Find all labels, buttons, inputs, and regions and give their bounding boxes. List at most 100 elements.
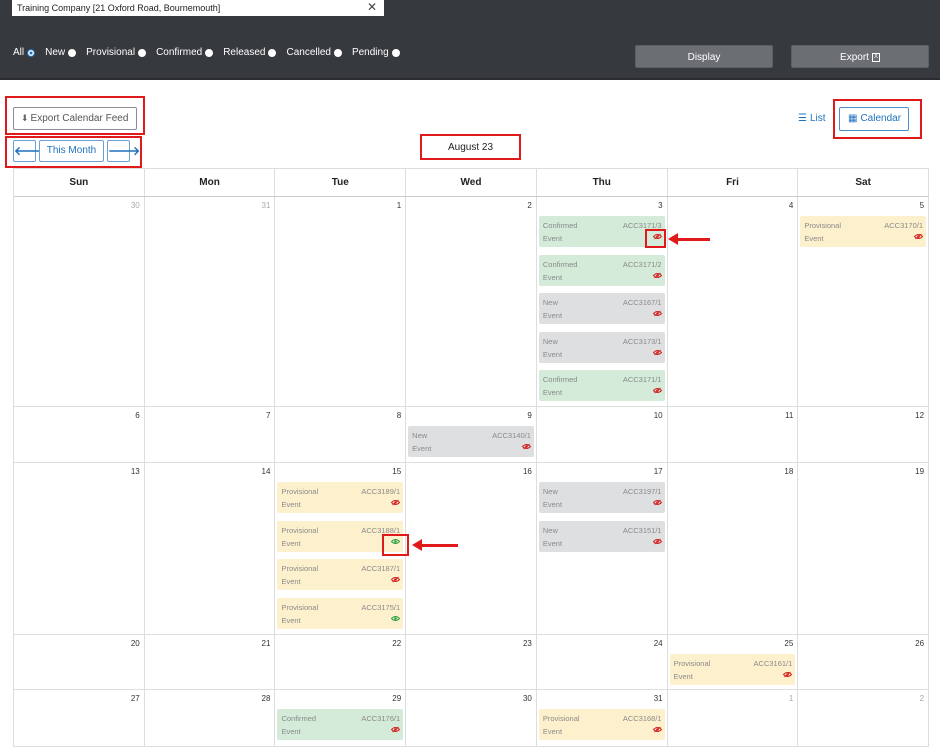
display-button-label: Display xyxy=(687,52,721,63)
day-cell[interactable]: 17 New ACC3197/1 Event New ACC3151/1 Event xyxy=(537,463,668,634)
filter-cancelled[interactable]: Cancelled xyxy=(286,47,342,58)
calendar-view-button[interactable]: ▦ Calendar xyxy=(839,107,909,131)
calendar-event[interactable]: New ACC3151/1 Event xyxy=(538,520,665,552)
day-cell[interactable]: 12 xyxy=(798,407,930,462)
day-cell[interactable]: 14 xyxy=(145,463,276,634)
event-type: Event xyxy=(281,577,301,586)
eye-slash-icon[interactable] xyxy=(652,538,662,547)
day-cell[interactable]: 4 xyxy=(668,197,799,406)
previous-month-button[interactable]: 🡐 xyxy=(13,140,46,162)
filter-released[interactable]: Released xyxy=(223,47,277,58)
day-cell[interactable]: 21 xyxy=(145,635,276,689)
export-calendar-feed-button[interactable]: ⬇ Export Calendar Feed xyxy=(13,107,137,130)
day-cell[interactable]: 8 xyxy=(275,407,407,462)
filter-radio[interactable] xyxy=(333,48,342,57)
filter-label: Cancelled xyxy=(286,47,331,58)
next-month-button[interactable]: 🡒 xyxy=(107,140,140,162)
day-cell[interactable]: 27 xyxy=(14,690,145,746)
day-cell[interactable]: 13 xyxy=(14,463,145,634)
filter-radio[interactable] xyxy=(138,48,147,57)
day-cell[interactable]: 20 xyxy=(14,635,145,689)
calendar-event[interactable]: Confirmed ACC3171/1 Event xyxy=(538,370,665,401)
day-cell[interactable]: 9 New ACC3140/1 Event xyxy=(406,407,537,462)
close-icon[interactable]: ✕ xyxy=(367,1,377,13)
eye-slash-icon[interactable] xyxy=(652,272,662,281)
eye-slash-icon[interactable] xyxy=(652,387,662,396)
event-type: Event xyxy=(542,538,563,548)
calendar-event[interactable]: Confirmed ACC3171/2 Event xyxy=(538,254,665,286)
calendar-event[interactable]: Provisional ACC3175/1 Event xyxy=(277,597,404,629)
calendar-event[interactable]: New ACC3167/1 Event xyxy=(538,293,665,324)
day-cell[interactable]: 28 xyxy=(145,690,276,746)
filter-confirmed[interactable]: Confirmed xyxy=(156,47,214,58)
day-cell[interactable]: 6 xyxy=(14,407,145,462)
eye-slash-icon[interactable] xyxy=(652,499,662,508)
day-cell[interactable]: 1 xyxy=(275,197,407,406)
day-number: 1 xyxy=(788,694,794,703)
eye-slash-icon[interactable] xyxy=(652,349,662,358)
calendar-event[interactable]: Provisional ACC3170/1 Event xyxy=(800,216,927,247)
filter-radio[interactable] xyxy=(205,48,214,57)
day-cell[interactable]: 18 xyxy=(668,463,799,634)
day-cell[interactable]: 7 xyxy=(145,407,276,462)
day-number: 13 xyxy=(130,467,140,476)
weekday-fri: Fri xyxy=(668,169,799,196)
day-cell[interactable]: 26 xyxy=(798,635,930,689)
day-cell[interactable]: 19 xyxy=(798,463,930,634)
display-button[interactable]: Display xyxy=(635,45,773,68)
eye-slash-icon[interactable] xyxy=(652,726,662,735)
day-cell[interactable]: 2 xyxy=(406,197,537,406)
day-cell[interactable]: 31 xyxy=(145,197,276,406)
filter-provisional[interactable]: Provisional xyxy=(86,47,147,58)
filter-radio[interactable] xyxy=(27,48,36,57)
day-cell[interactable]: 11 xyxy=(668,407,799,462)
eye-slash-icon[interactable] xyxy=(521,443,532,452)
list-view-link[interactable]: ☰ List xyxy=(798,113,826,124)
filter-pending[interactable]: Pending xyxy=(352,47,400,58)
day-cell[interactable]: 23 xyxy=(406,635,537,689)
calendar-event[interactable]: New ACC3173/1 Event xyxy=(538,331,665,363)
filter-new[interactable]: New xyxy=(45,47,77,58)
eye-slash-icon[interactable] xyxy=(652,310,662,319)
filter-radio[interactable] xyxy=(268,48,277,57)
filter-label: Released xyxy=(223,47,266,58)
eye-slash-icon[interactable] xyxy=(390,576,401,585)
this-month-button[interactable]: This Month xyxy=(39,140,104,162)
event-code: ACC3189/1 xyxy=(361,487,401,496)
eye-slash-icon[interactable] xyxy=(913,233,924,242)
eye-slash-icon[interactable] xyxy=(390,726,401,735)
day-cell[interactable]: 31 Provisional ACC3168/1 Event xyxy=(537,690,668,746)
eye-slash-icon[interactable] xyxy=(783,671,793,680)
eye-slash-icon[interactable] xyxy=(390,499,401,508)
day-cell[interactable]: 5 Provisional ACC3170/1 Event xyxy=(798,197,930,406)
day-cell[interactable]: 30 xyxy=(406,690,537,746)
day-cell[interactable]: 24 xyxy=(537,635,668,689)
calendar-event[interactable]: New ACC3140/1 Event xyxy=(408,426,534,457)
filter-all[interactable]: All xyxy=(13,47,36,58)
day-cell[interactable]: 22 xyxy=(275,635,407,689)
event-status: Provisional xyxy=(673,659,711,668)
day-number: 19 xyxy=(915,467,925,476)
calendar-week: 13 14 15 Provisional ACC3189/1 Event Provision… xyxy=(14,463,930,635)
day-cell[interactable]: 16 xyxy=(406,463,537,634)
day-cell[interactable]: 29 Confirmed ACC3176/1 Event xyxy=(275,690,407,746)
location-field[interactable]: Training Company [21 Oxford Road, Bourne… xyxy=(12,0,384,16)
calendar-event[interactable]: Confirmed ACC3176/1 Event xyxy=(277,709,404,740)
filter-radio[interactable] xyxy=(391,48,400,57)
day-cell[interactable]: 10 xyxy=(537,407,668,462)
day-cell[interactable]: 1 xyxy=(668,690,799,746)
filter-radio[interactable] xyxy=(68,48,77,57)
calendar-event[interactable]: New ACC3197/1 Event xyxy=(538,482,665,513)
event-status: New xyxy=(412,431,428,440)
day-cell[interactable]: 2 xyxy=(798,690,930,746)
calendar-event[interactable]: Provisional ACC3161/1 Event xyxy=(669,654,796,685)
event-type: Event xyxy=(542,349,563,359)
eye-icon[interactable] xyxy=(390,615,401,624)
event-code: ACC3187/1 xyxy=(361,564,401,573)
calendar-event[interactable]: Provisional ACC3168/1 Event xyxy=(538,709,665,740)
day-cell[interactable]: 30 xyxy=(14,197,145,406)
export-button[interactable]: Export X xyxy=(791,45,929,68)
day-cell[interactable]: 25 Provisional ACC3161/1 Event xyxy=(668,635,799,689)
calendar-event[interactable]: Provisional ACC3189/1 Event xyxy=(277,482,404,513)
calendar-event[interactable]: Provisional ACC3187/1 Event xyxy=(277,559,404,590)
